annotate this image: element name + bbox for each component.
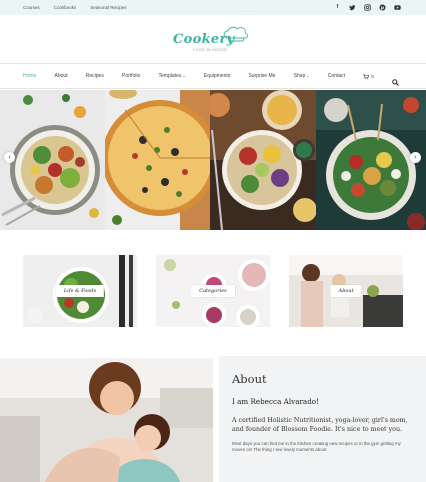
social-links: f p: [334, 4, 401, 11]
nav-item-surprise-me[interactable]: Surprise Me: [248, 73, 275, 79]
nav-item-shop[interactable]: Shop⌄: [294, 73, 310, 79]
nav-item-templates-label: Templates: [158, 73, 182, 79]
twitter-icon[interactable]: [349, 4, 356, 11]
about-greeting: I am Rebecca Alvarado!: [232, 397, 320, 406]
logo-text: Cookery: [173, 31, 235, 47]
slide-salad[interactable]: [316, 90, 426, 230]
category-label: Life & Foods: [55, 285, 105, 297]
chevron-down-icon: ⌄: [182, 73, 186, 78]
nav-item-recipes[interactable]: Recipes: [86, 73, 104, 79]
about-heading: About: [232, 372, 267, 386]
top-link-seasonal-recipes[interactable]: Seasonal Recipes: [90, 5, 126, 10]
category-label: About: [330, 285, 362, 297]
about-intro: A certified Holistic Nutritionist, yoga-…: [232, 417, 408, 434]
nav-item-templates[interactable]: Templates⌄: [159, 73, 186, 79]
category-card-categories[interactable]: Categories: [156, 255, 270, 327]
slider-next-button[interactable]: ›: [410, 152, 421, 163]
hero-slider: [0, 90, 426, 230]
nav-item-portfolio[interactable]: Portfolio: [122, 73, 140, 79]
nav-item-contact[interactable]: Contact: [328, 73, 345, 79]
nav-item-about[interactable]: About: [55, 73, 68, 79]
chevron-left-icon: ‹: [8, 154, 11, 161]
slider-prev-button[interactable]: ‹: [4, 152, 15, 163]
main-nav: Home About Recipes Portfolio Templates⌄ …: [0, 63, 426, 89]
nav-item-equipments[interactable]: Equipments: [204, 73, 230, 79]
category-card-about[interactable]: About: [289, 255, 403, 327]
category-label: Categories: [191, 285, 235, 297]
top-link-courses[interactable]: Courses: [23, 5, 40, 10]
facebook-icon[interactable]: f: [334, 4, 341, 11]
chevron-down-icon: ⌄: [306, 73, 310, 78]
cart-icon: [363, 73, 370, 79]
about-photo: [0, 358, 213, 482]
pinterest-icon[interactable]: p: [379, 4, 386, 11]
about-panel: About I am Rebecca Alvarado! A certified…: [219, 356, 426, 482]
category-cards: Life & Foods Categories About: [23, 255, 403, 328]
cart-count: 0: [371, 73, 374, 79]
cart-button[interactable]: 0: [363, 74, 374, 79]
logo-tagline: FOOD BLOGGER: [193, 47, 228, 52]
top-link-cookbooks[interactable]: Cookbooks: [54, 5, 77, 10]
slide-vegetable-bowl[interactable]: [0, 90, 105, 230]
category-card-life-foods[interactable]: Life & Foods: [23, 255, 137, 327]
top-links: Courses Cookbooks Seasonal Recipes: [23, 5, 127, 10]
slide-grain-bowl[interactable]: [210, 90, 316, 230]
site-logo[interactable]: Cookery FOOD BLOGGER: [173, 22, 253, 54]
nav-item-home[interactable]: Home: [23, 73, 36, 79]
chevron-right-icon: ›: [414, 154, 417, 161]
nav-item-shop-label: Shop: [293, 73, 306, 79]
youtube-icon[interactable]: [394, 4, 401, 11]
instagram-icon[interactable]: [364, 4, 371, 11]
logo-area: Cookery FOOD BLOGGER: [0, 15, 426, 60]
top-bar: Courses Cookbooks Seasonal Recipes f p: [0, 0, 426, 15]
about-body: Most days you can find me in the kitchen…: [232, 440, 401, 453]
search-icon[interactable]: [392, 73, 399, 86]
slide-pizza[interactable]: [105, 90, 210, 230]
